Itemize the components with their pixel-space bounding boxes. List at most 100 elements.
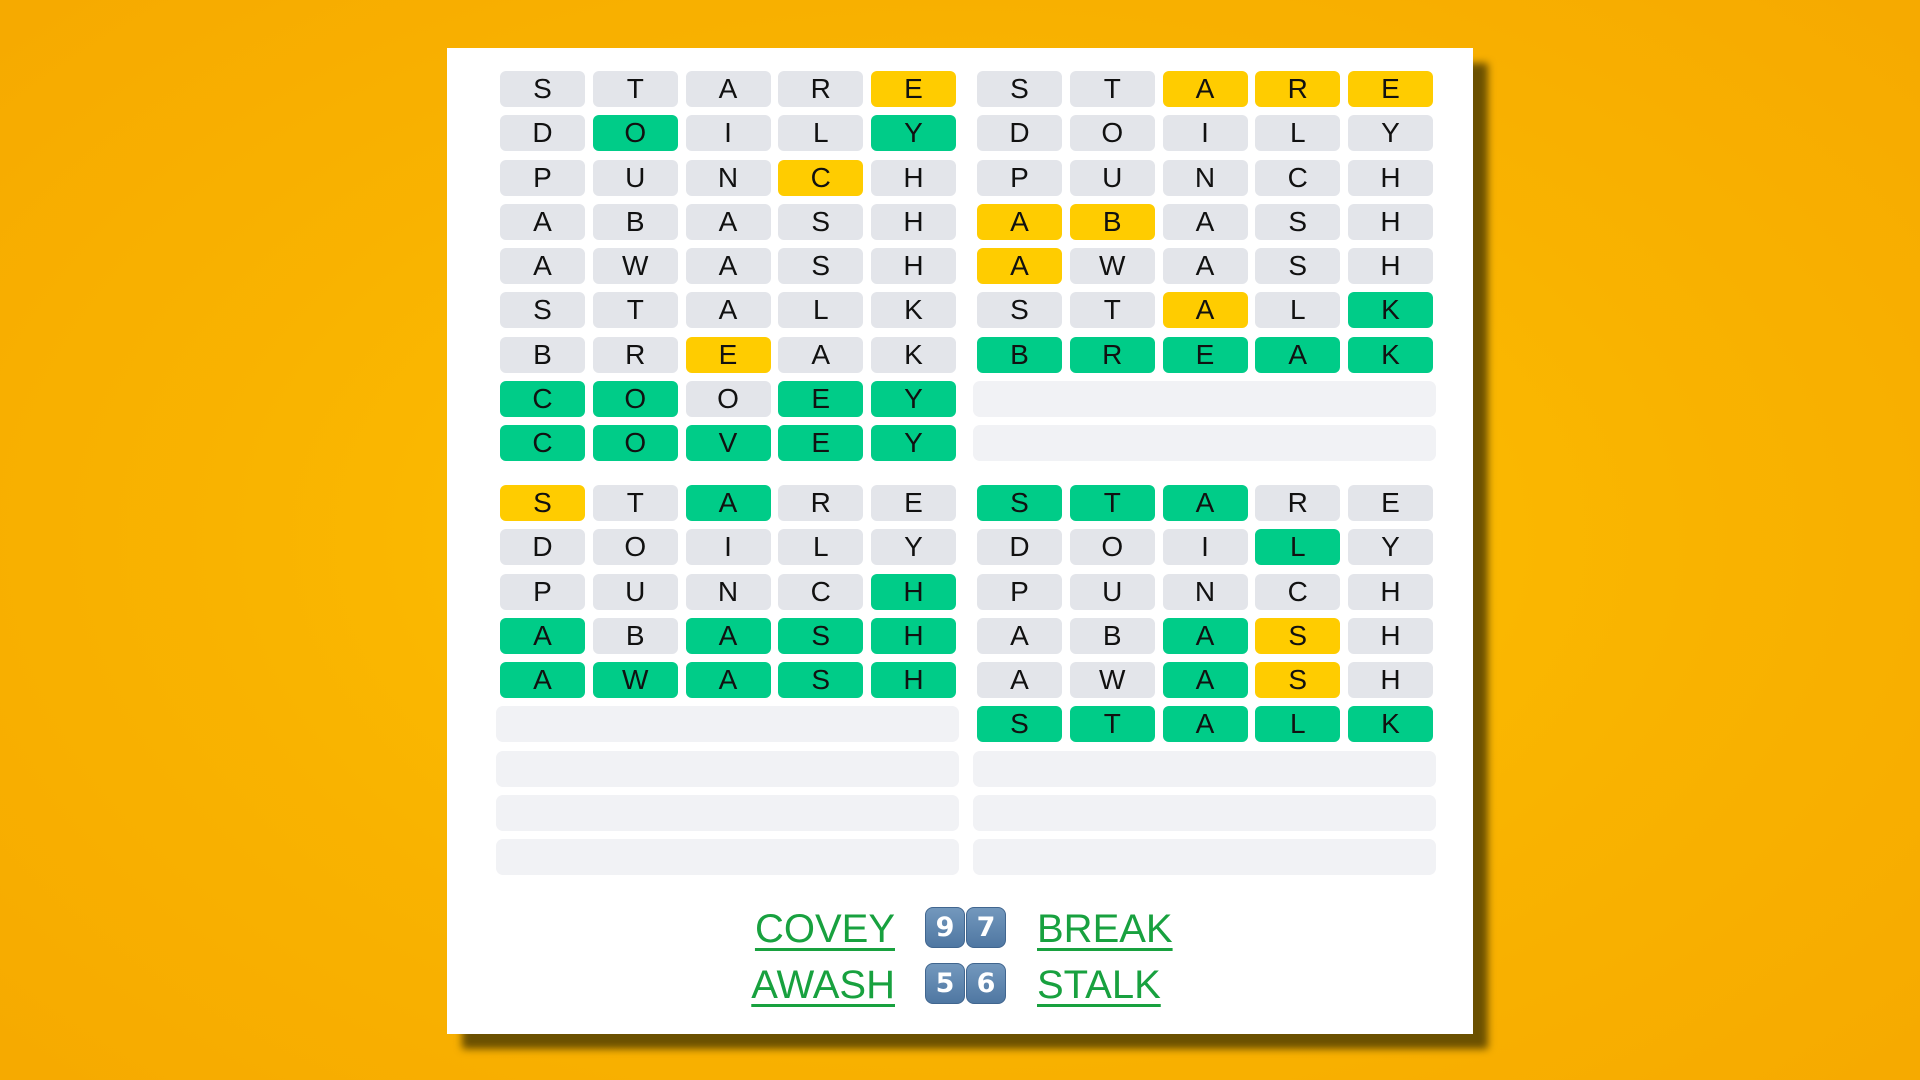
letter-tile: I <box>685 115 771 152</box>
letter-tile: Y <box>1348 529 1433 566</box>
game-card: STAREDOILYPUNCHABASHAWASHSTALKBREAKCOOEY… <box>447 48 1473 1034</box>
letter-tile: B <box>592 617 678 654</box>
guess-row: BREAK <box>500 336 956 373</box>
letter-tile: H <box>1348 573 1433 610</box>
letter-tile: T <box>592 71 678 107</box>
letter-tile: A <box>500 617 585 654</box>
letter-tile: P <box>977 159 1062 196</box>
letter-tile: B <box>592 203 678 240</box>
letter-tile: E <box>1348 485 1433 521</box>
letter-tile: K <box>1348 706 1433 743</box>
guess-row: DOILY <box>500 115 956 152</box>
letter-tile: S <box>500 485 585 521</box>
letter-tile: P <box>500 573 585 610</box>
guess-row: AWASH <box>977 662 1433 698</box>
letter-tile: T <box>1069 71 1155 107</box>
empty-row <box>973 380 1436 417</box>
letter-tile: R <box>778 485 864 521</box>
letter-tile: A <box>500 203 585 240</box>
letter-tile: K <box>1348 336 1433 373</box>
letter-tile: H <box>1348 617 1433 654</box>
letter-tile: H <box>1348 662 1433 698</box>
answer-link-bottom-right[interactable]: STALK <box>1037 960 1161 1010</box>
letter-tile: E <box>871 71 956 107</box>
keycap-digit-icon: 7 <box>966 907 1006 948</box>
empty-row <box>496 794 959 831</box>
answer-link-top-right[interactable]: BREAK <box>1037 904 1173 954</box>
letter-tile: K <box>871 336 956 373</box>
letter-tile: N <box>1162 159 1248 196</box>
letter-tile: T <box>592 292 678 329</box>
letter-tile: R <box>1069 336 1155 373</box>
letter-tile: H <box>871 573 956 610</box>
letter-tile: R <box>1255 71 1341 107</box>
guess-row: PUNCH <box>500 159 956 196</box>
letter-tile: O <box>592 380 678 417</box>
letter-tile: A <box>685 617 771 654</box>
guess-row: DOILY <box>500 529 956 566</box>
letter-tile: W <box>592 662 678 698</box>
guess-row: AWASH <box>500 248 956 284</box>
answer-link-bottom-left[interactable]: AWASH <box>751 960 895 1010</box>
letter-tile: O <box>1069 529 1155 566</box>
empty-row <box>496 706 959 743</box>
answer-link-top-left[interactable]: COVEY <box>755 904 895 954</box>
letter-tile: L <box>1255 292 1341 329</box>
letter-tile: A <box>977 662 1062 698</box>
letter-tile: H <box>871 617 956 654</box>
letter-tile: A <box>500 248 585 284</box>
letter-tile: A <box>1162 617 1248 654</box>
letter-tile: A <box>685 662 771 698</box>
letter-tile: A <box>1162 485 1248 521</box>
empty-row <box>973 839 1436 875</box>
letter-tile: A <box>685 292 771 329</box>
letter-tile: S <box>500 292 585 329</box>
letter-tile: A <box>685 203 771 240</box>
guess-row: AWASH <box>977 248 1433 284</box>
guess-row: PUNCH <box>977 573 1433 610</box>
letter-tile: E <box>778 380 864 417</box>
letter-tile: B <box>977 336 1062 373</box>
letter-tile: E <box>685 336 771 373</box>
letter-tile: S <box>1255 248 1341 284</box>
letter-tile: B <box>1069 203 1155 240</box>
letter-tile: B <box>500 336 585 373</box>
guess-row: DOILY <box>977 529 1433 566</box>
guess-row: COVEY <box>500 425 956 461</box>
guess-row: COOEY <box>500 380 956 417</box>
letter-tile: C <box>1255 159 1341 196</box>
letter-tile: A <box>685 485 771 521</box>
letter-tile: O <box>685 380 771 417</box>
letter-tile: H <box>1348 248 1433 284</box>
letter-tile: T <box>592 485 678 521</box>
letter-tile: U <box>1069 159 1155 196</box>
letter-tile: U <box>592 159 678 196</box>
results-row-1: COVEY 9 7 BREAK <box>447 904 1473 954</box>
letter-tile: P <box>977 573 1062 610</box>
letter-tile: S <box>977 292 1062 329</box>
letter-tile: C <box>500 380 585 417</box>
letter-tile: E <box>1348 71 1433 107</box>
letter-tile: A <box>1162 662 1248 698</box>
letter-tile: S <box>778 203 864 240</box>
letter-tile: O <box>592 425 678 461</box>
letter-tile: H <box>871 248 956 284</box>
letter-tile: P <box>500 159 585 196</box>
letter-tile: H <box>1348 159 1433 196</box>
letter-tile: A <box>977 203 1062 240</box>
empty-row <box>496 839 959 875</box>
letter-tile: A <box>977 248 1062 284</box>
letter-tile: K <box>1348 292 1433 329</box>
empty-row <box>973 750 1436 787</box>
letter-tile: A <box>778 336 864 373</box>
letter-tile: S <box>778 617 864 654</box>
empty-row <box>496 750 959 787</box>
letter-tile: C <box>1255 573 1341 610</box>
letter-tile: S <box>500 71 585 107</box>
letter-tile: V <box>685 425 771 461</box>
empty-row <box>973 425 1436 461</box>
letter-tile: L <box>778 292 864 329</box>
keycap-digit-icon: 6 <box>966 963 1006 1004</box>
letter-tile: S <box>778 248 864 284</box>
letter-tile: S <box>778 662 864 698</box>
